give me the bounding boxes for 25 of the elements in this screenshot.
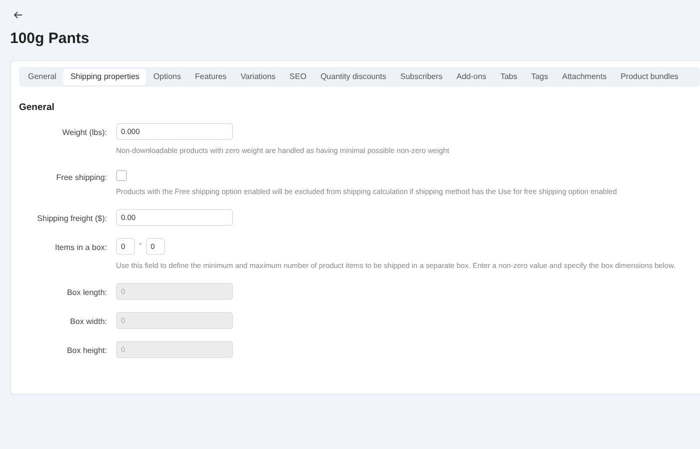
tab[interactable]: Tabs xyxy=(493,68,524,85)
field-label: Items in a box: xyxy=(54,242,107,254)
field-label: Shipping freight ($): xyxy=(36,213,107,226)
tab[interactable]: SEO xyxy=(282,68,314,85)
field-label: Box length: xyxy=(66,287,107,300)
tab[interactable]: Product bundles xyxy=(614,68,686,85)
tab[interactable]: Tags xyxy=(524,68,556,85)
page-title: 100g Pants xyxy=(10,29,90,49)
field-label: Box width: xyxy=(69,316,107,328)
tab[interactable]: General xyxy=(21,68,64,85)
tab[interactable]: Shipping properties xyxy=(63,68,146,85)
field-label: Weight (lbs): xyxy=(61,127,107,140)
tab[interactable]: Features xyxy=(188,68,234,85)
tab[interactable]: Options xyxy=(146,68,188,85)
tab[interactable]: Quantity discounts xyxy=(313,68,394,85)
tab[interactable]: Attachments xyxy=(555,68,614,85)
tab[interactable]: Add-ons xyxy=(450,68,494,85)
tab[interactable]: Variations xyxy=(234,68,283,85)
back-arrow-icon[interactable] xyxy=(13,10,23,20)
range-separator: - xyxy=(139,238,142,250)
field-label: Box height: xyxy=(66,345,107,358)
checkbox[interactable] xyxy=(116,170,127,182)
field-label: Free shipping: xyxy=(55,172,107,184)
tab[interactable]: Subscribers xyxy=(393,68,450,85)
section-title: General xyxy=(19,100,56,115)
